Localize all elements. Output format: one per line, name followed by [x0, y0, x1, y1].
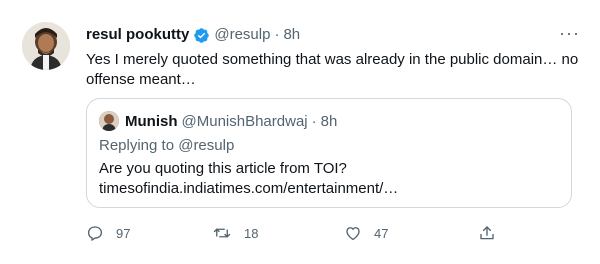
quoted-separator-dot: ·	[311, 112, 317, 130]
like-button[interactable]: 47	[344, 224, 388, 242]
quoted-avatar-image	[99, 111, 119, 131]
share-icon	[478, 224, 496, 242]
tweet[interactable]: resul pookutty @resulp · 8h ··· Yes I me…	[0, 0, 600, 264]
replying-to: Replying to @resulp	[99, 137, 235, 154]
quoted-tweet[interactable]: Munish @MunishBhardwaj · 8h Replying to …	[86, 98, 572, 208]
reply-count: 97	[116, 225, 131, 241]
avatar[interactable]	[22, 22, 70, 70]
reply-button[interactable]: 97	[86, 224, 130, 242]
heart-icon	[344, 224, 362, 242]
share-button[interactable]	[478, 224, 496, 242]
author-name[interactable]: resul pookutty	[86, 26, 189, 44]
separator-dot: ·	[274, 26, 280, 43]
quoted-avatar[interactable]	[99, 111, 119, 131]
verified-badge-icon	[193, 27, 210, 44]
retweet-count: 18	[244, 225, 259, 241]
quoted-link[interactable]: timesofindia.indiatimes.com/entertainmen…	[99, 179, 559, 199]
quoted-timestamp[interactable]: 8h	[321, 113, 338, 130]
retweet-button[interactable]: 18	[212, 224, 258, 242]
action-bar: 97 18 47	[86, 224, 506, 244]
tweet-header: resul pookutty @resulp · 8h	[86, 26, 580, 44]
quoted-text: Are you quoting this article from TOI? t…	[99, 159, 559, 199]
more-options-icon[interactable]: ···	[559, 24, 580, 42]
author-handle[interactable]: @resulp	[214, 26, 270, 44]
reply-icon	[86, 224, 104, 242]
retweet-icon	[212, 224, 232, 242]
timestamp[interactable]: 8h	[283, 26, 300, 44]
quoted-header: Munish @MunishBhardwaj · 8h	[99, 111, 337, 131]
quoted-author-name[interactable]: Munish	[125, 113, 178, 130]
like-count: 47	[374, 225, 389, 241]
avatar-image	[22, 22, 70, 70]
tweet-text: Yes I merely quoted something that was a…	[86, 51, 579, 88]
quoted-text-line-1: Are you quoting this article from TOI?	[99, 160, 347, 177]
quoted-author-handle[interactable]: @MunishBhardwaj	[182, 113, 308, 130]
